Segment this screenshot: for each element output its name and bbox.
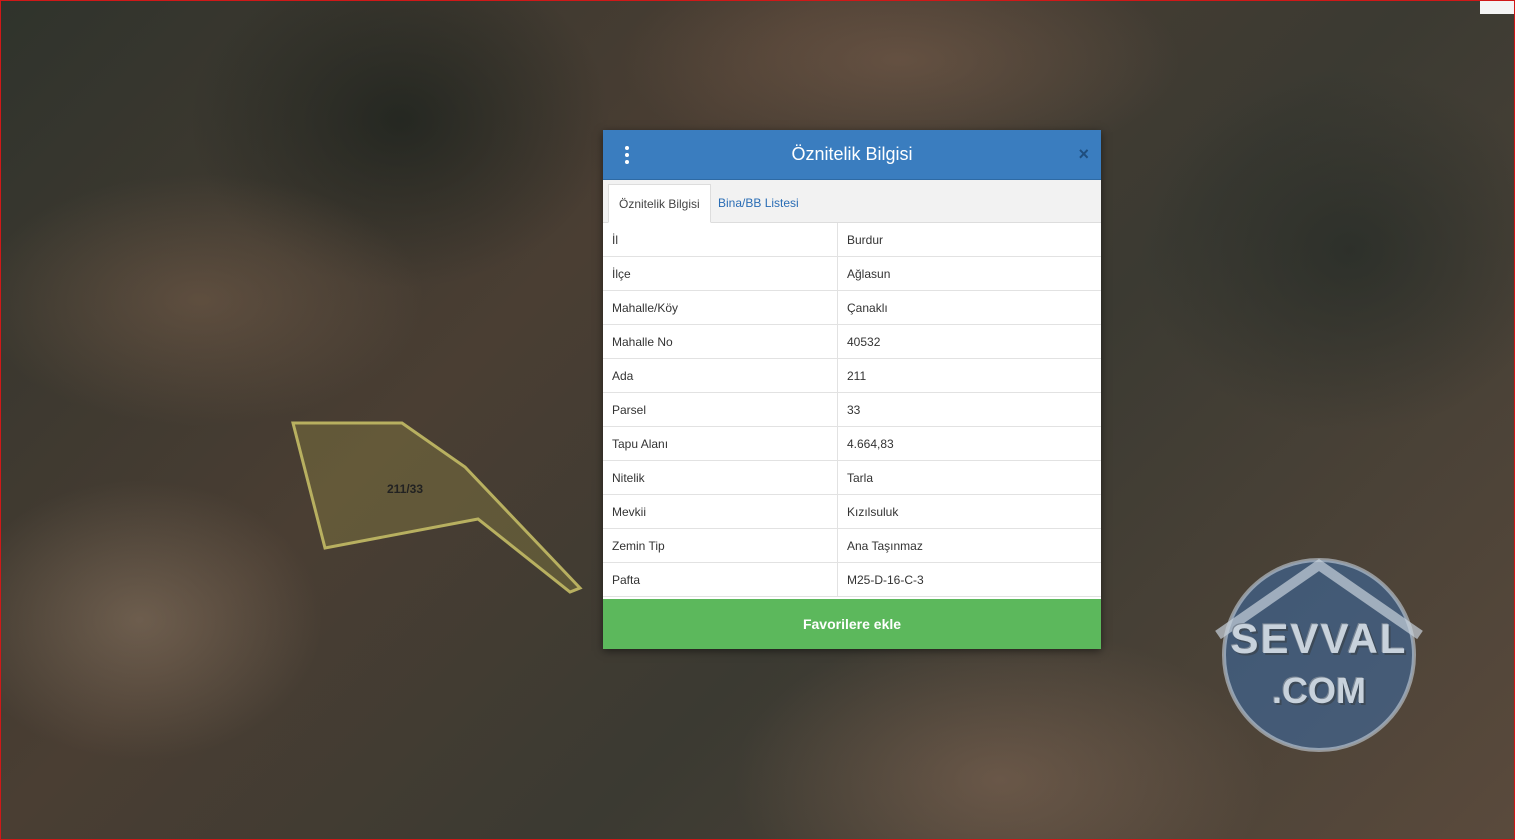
dialog-title: Öznitelik Bilgisi (791, 144, 913, 164)
attribute-key: İlçe (603, 256, 838, 291)
close-icon[interactable]: × (1078, 144, 1089, 164)
attribute-key: Mahalle No (603, 324, 838, 359)
attribute-value: Tarla (837, 460, 1101, 495)
attribute-key: Zemin Tip (603, 528, 838, 563)
tab-building-list[interactable]: Bina/BB Listesi (708, 184, 809, 222)
attribute-value: 211 (837, 358, 1101, 393)
table-row: İlçe Ağlasun (603, 256, 1101, 291)
table-row: İl Burdur (603, 223, 1101, 257)
table-row: Ada 211 (603, 358, 1101, 393)
parcel-label: 211/33 (386, 482, 424, 496)
parcel-polygon[interactable] (291, 421, 583, 594)
attribute-value: 33 (837, 392, 1101, 427)
attribute-value: Ana Taşınmaz (837, 528, 1101, 563)
tab-bar: Öznitelik Bilgisi Bina/BB Listesi (603, 180, 1101, 223)
attribute-value: Burdur (837, 223, 1101, 257)
attribute-key: Mevkii (603, 494, 838, 529)
attribute-key: İl (603, 223, 838, 257)
attribute-key: Parsel (603, 392, 838, 427)
attribute-key: Tapu Alanı (603, 426, 838, 461)
add-to-favorites-button[interactable]: Favorilere ekle (603, 599, 1101, 649)
watermark-text-line1: SEVVAL (1230, 615, 1408, 662)
attribute-key: Nitelik (603, 460, 838, 495)
table-row: Mahalle/Köy Çanaklı (603, 290, 1101, 325)
table-row: Zemin Tip Ana Taşınmaz (603, 528, 1101, 563)
attribute-table: İl Burdur İlçe Ağlasun Mahalle/Köy Çanaklı Mah… (603, 223, 1101, 597)
watermark-text-line2: .COM (1272, 670, 1366, 711)
attribute-value: Çanaklı (837, 290, 1101, 325)
dialog-header: Öznitelik Bilgisi × (603, 130, 1101, 180)
attribute-key: Ada (603, 358, 838, 393)
watermark-logo: SEVVAL .COM (1208, 545, 1430, 755)
table-row: Pafta M25-D-16-C-3 (603, 562, 1101, 597)
attribute-info-dialog: Öznitelik Bilgisi × Öznitelik Bilgisi Bi… (603, 130, 1101, 649)
attribute-value: Kızılsuluk (837, 494, 1101, 529)
attribute-value: M25-D-16-C-3 (837, 562, 1101, 597)
tab-attribute-info[interactable]: Öznitelik Bilgisi (608, 184, 711, 223)
attribute-value: Ağlasun (837, 256, 1101, 291)
table-row: Nitelik Tarla (603, 460, 1101, 495)
table-row: Tapu Alanı 4.664,83 (603, 426, 1101, 461)
table-row: Mevkii Kızılsuluk (603, 494, 1101, 529)
map-corner-control[interactable] (1480, 0, 1515, 14)
attribute-key: Mahalle/Köy (603, 290, 838, 325)
attribute-value: 40532 (837, 324, 1101, 359)
attribute-key: Pafta (603, 562, 838, 597)
attribute-value: 4.664,83 (837, 426, 1101, 461)
table-row: Mahalle No 40532 (603, 324, 1101, 359)
table-row: Parsel 33 (603, 392, 1101, 427)
